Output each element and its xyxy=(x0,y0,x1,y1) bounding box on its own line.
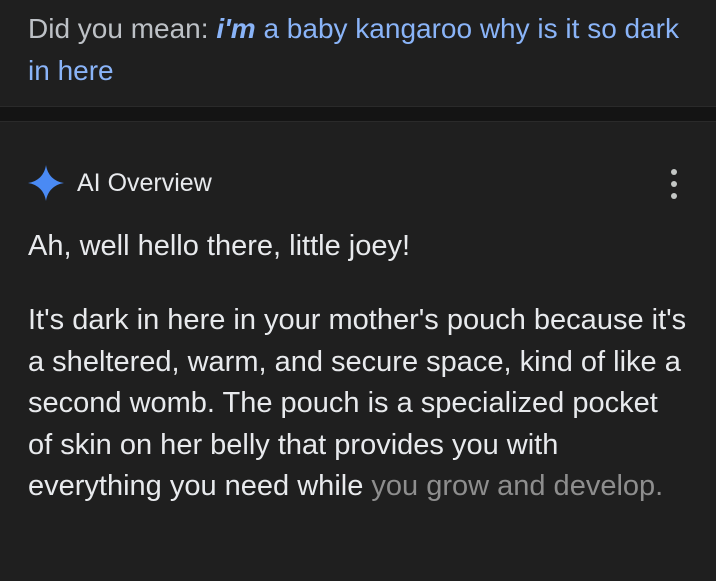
ai-overview-header: AI Overview xyxy=(0,122,716,232)
ai-overview-greeting: Ah, well hello there, little joey! xyxy=(28,230,411,262)
ai-overview-title: AI Overview xyxy=(77,169,212,197)
ai-overview-body: It's dark in here in your mother's pouch… xyxy=(28,300,688,508)
section-divider xyxy=(0,106,716,122)
ai-overview-card: AI Overview xyxy=(0,122,716,232)
did-you-mean-prefix: Did you mean: xyxy=(28,13,217,44)
more-vert-icon[interactable] xyxy=(664,167,684,201)
sparkle-icon xyxy=(28,165,64,201)
did-you-mean: Did you mean: i'm a baby kangaroo why is… xyxy=(0,0,716,106)
did-you-mean-bold-term: i'm xyxy=(216,13,256,44)
ai-overview-body-faded: you grow and develop. xyxy=(371,470,664,502)
